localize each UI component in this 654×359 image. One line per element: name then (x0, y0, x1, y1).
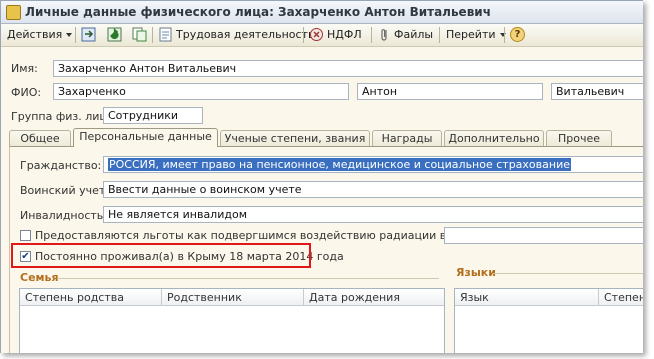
name-field[interactable]: Захарченко Антон Витальевич (53, 60, 643, 77)
column-header-level[interactable]: Степень (599, 289, 643, 306)
chevron-down-icon (66, 33, 73, 37)
military-label: Воинский учет: (20, 184, 109, 197)
toolbar-separator (75, 27, 76, 43)
citizenship-value: РОССИЯ, имеет право на пенсионное, медиц… (108, 158, 571, 171)
ndfl-icon (309, 27, 324, 42)
window-title: Личные данные физического лица: Захарчен… (25, 5, 491, 19)
annotation-highlight-box (11, 243, 311, 268)
toolbar-separator (303, 27, 304, 43)
column-header-relation[interactable]: Степень родства (20, 289, 162, 306)
disability-label: Инвалидность: (20, 209, 107, 222)
save-close-icon[interactable] (81, 27, 96, 42)
goto-label: Перейти (446, 28, 496, 41)
name-label: Имя: (11, 62, 38, 75)
radiation-field[interactable] (444, 227, 643, 244)
disability-field[interactable]: Не является инвалидом (103, 206, 643, 223)
middle-name-field[interactable]: Витальевич (551, 83, 643, 100)
group-label: Группа физ. лиц: (11, 110, 111, 123)
tab-general[interactable]: Общее (9, 130, 71, 146)
citizenship-field[interactable]: РОССИЯ, имеет право на пенсионное, медиц… (103, 156, 643, 173)
family-section-title: Семья (20, 271, 59, 284)
toolbar-separator (439, 27, 440, 43)
tab-degrees[interactable]: Ученые степени, звания (220, 130, 370, 146)
military-field[interactable]: Ввести данные о воинском учете (103, 181, 643, 198)
toolbar: Действия Трудовая деятельность НДФЛ Файл… (1, 24, 643, 47)
languages-section-title: Языки (456, 266, 496, 279)
column-header-birth-date[interactable]: Дата рождения (304, 289, 444, 306)
files-button[interactable]: Файлы (394, 27, 433, 43)
languages-section-line (493, 273, 643, 274)
family-table[interactable]: Степень родства Родственник Дата рождени… (19, 288, 445, 353)
refresh-icon[interactable] (107, 27, 122, 42)
citizenship-label: Гражданство: (20, 159, 102, 172)
toolbar-separator (371, 27, 372, 43)
radiation-label: Предоставляются льготы как подвергшимся … (35, 229, 496, 242)
tab-additional[interactable]: Дополнительно (444, 130, 544, 146)
column-header-language[interactable]: Язык (455, 289, 599, 306)
copy-icon[interactable] (132, 27, 147, 42)
column-header-relative[interactable]: Родственник (162, 289, 304, 306)
goto-menu-button[interactable]: Перейти (446, 27, 506, 43)
fio-label: ФИО: (11, 86, 42, 99)
paperclip-icon (377, 27, 392, 42)
tab-strip: Общее Персональные данные Ученые степени… (9, 128, 643, 147)
actions-menu-button[interactable]: Действия (7, 27, 73, 43)
tab-awards[interactable]: Награды (372, 130, 442, 146)
labor-activity-button[interactable]: Трудовая деятельность (176, 27, 314, 43)
toolbar-separator (504, 27, 505, 43)
languages-table[interactable]: Язык Степень (454, 288, 643, 353)
actions-label: Действия (7, 28, 63, 41)
document-icon (158, 27, 173, 42)
ndfl-button[interactable]: НДФЛ (327, 27, 362, 43)
toolbar-separator (152, 27, 153, 43)
first-name-field[interactable]: Антон (357, 83, 543, 100)
radiation-checkbox[interactable] (20, 230, 31, 241)
tab-personal-data[interactable]: Персональные данные (73, 128, 218, 147)
family-section-line (57, 278, 439, 279)
last-name-field[interactable]: Захарченко (53, 83, 349, 100)
group-field[interactable]: Сотрудники (103, 107, 203, 124)
form-icon (6, 5, 21, 20)
help-icon[interactable]: ? (510, 27, 525, 42)
tab-other[interactable]: Прочее (546, 130, 612, 146)
person-data-window: Личные данные физического лица: Захарчен… (0, 0, 643, 353)
title-bar: Личные данные физического лица: Захарчен… (1, 1, 643, 24)
